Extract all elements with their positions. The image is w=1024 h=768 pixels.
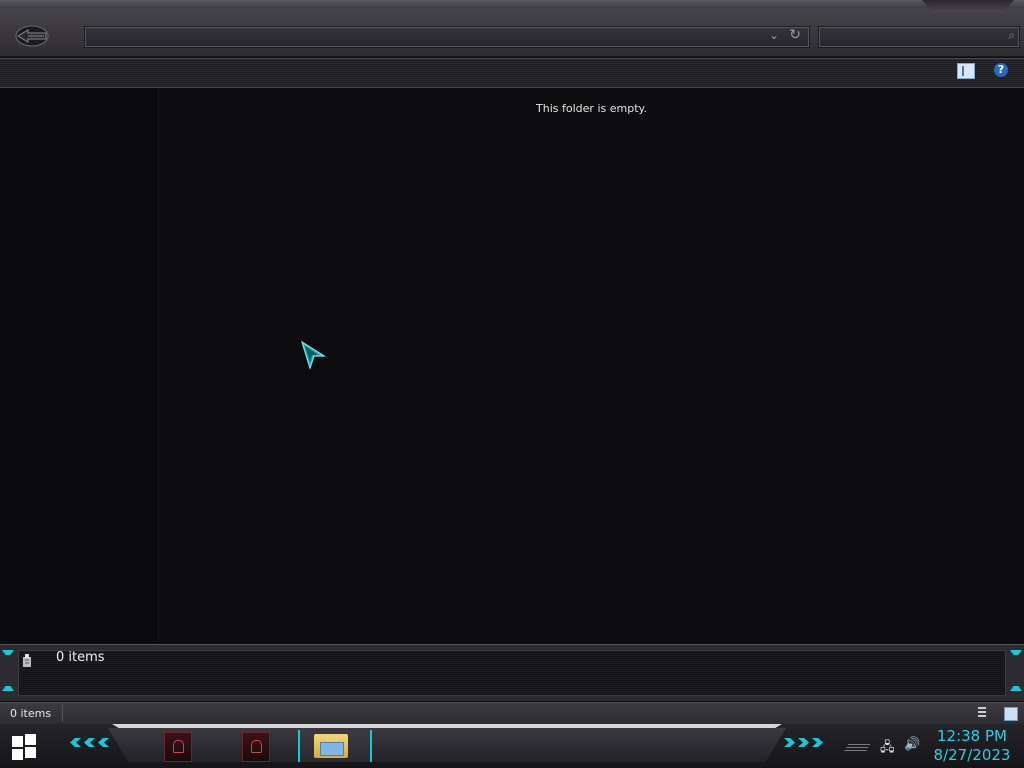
address-bar[interactable]: ⌄ ↻ <box>84 26 810 48</box>
details-view-icon[interactable] <box>978 707 986 719</box>
back-button[interactable] <box>14 22 50 50</box>
search-box[interactable]: ⌕ <box>818 26 1020 48</box>
help-icon[interactable]: ? <box>994 63 1008 77</box>
search-icon[interactable]: ⌕ <box>1008 28 1015 43</box>
large-icons-view-icon[interactable] <box>1004 707 1018 721</box>
title-bar-trim <box>0 0 1024 8</box>
command-bar <box>0 58 1024 88</box>
window-controls-frame <box>922 0 1014 12</box>
clock-date[interactable]: 8/27/2023 <box>930 746 1014 764</box>
file-list-area[interactable] <box>159 88 1024 642</box>
mouse-cursor-icon <box>300 340 327 370</box>
status-item-count: 0 items <box>10 707 52 720</box>
clock-time[interactable]: 12:38 PM <box>930 727 1014 745</box>
taskbar-band <box>108 728 786 762</box>
taskbar-trim <box>112 724 782 728</box>
start-button[interactable] <box>12 734 38 760</box>
details-pane-inner <box>18 650 1006 696</box>
details-item-count: 0 items <box>56 650 105 665</box>
network-icon[interactable]: 🖧 <box>880 738 896 755</box>
show-hidden-icons-icon[interactable] <box>843 744 871 752</box>
taskbar-app-red-icon[interactable] <box>164 732 192 762</box>
taskbar-app-red-icon[interactable] <box>242 732 270 762</box>
navigation-pane[interactable] <box>0 88 159 642</box>
status-divider <box>62 704 63 722</box>
back-arrow-icon <box>15 25 49 47</box>
volume-icon[interactable]: 🔊 <box>904 737 922 753</box>
status-bar <box>0 702 1024 725</box>
address-dropdown-chevron-icon[interactable]: ⌄ <box>769 28 779 42</box>
empty-folder-message: This folder is empty. <box>536 102 647 115</box>
preview-pane-icon[interactable] <box>957 63 975 79</box>
folder-details-icon <box>22 654 32 668</box>
refresh-icon[interactable]: ↻ <box>789 27 801 43</box>
file-explorer-icon <box>314 734 348 758</box>
